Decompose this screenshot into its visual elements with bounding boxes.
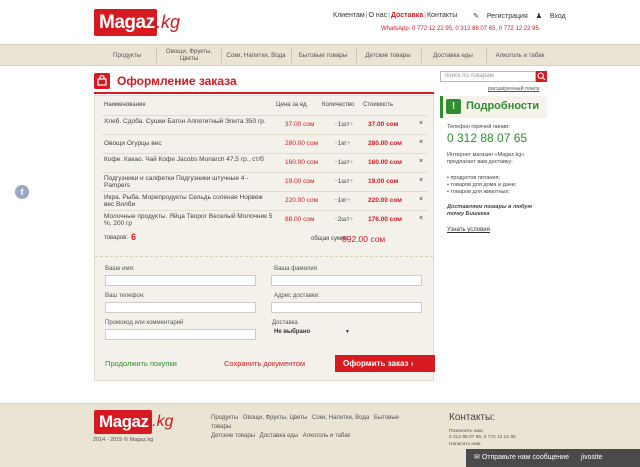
remove-item-icon[interactable]: ×	[419, 196, 423, 203]
auth-links: ✎ Регистрация ♟ Вход	[467, 12, 566, 20]
address-field[interactable]	[271, 302, 422, 313]
logo-suffix: .kg	[156, 12, 181, 32]
advanced-search-link[interactable]: расширенный поиск	[488, 86, 539, 92]
table-row: Овощи Огурцы вес 280.00 сом −1кг+ 280.00…	[102, 134, 428, 152]
quantity-stepper[interactable]: −1шт+	[334, 159, 353, 166]
quantity-stepper[interactable]: −2шт+	[334, 216, 353, 223]
category-drinks[interactable]: Соки, Напитки, Вода	[223, 45, 289, 65]
whatsapp-phones: WhatsApp: 0 772 12 22 95, 0 312 88 07 65…	[381, 26, 539, 32]
cart-panel: Наименование Цена за ед. Количество Стои…	[94, 95, 435, 381]
cart-totals: товаров: 6 общая сумма: 892.00 сом	[104, 232, 386, 244]
category-bar: Продукты Овощи, Фрукты, Цветы Соки, Напи…	[0, 44, 640, 66]
table-row: Кофе. Какао. Чай Кофе Jacobs Monarch 47,…	[102, 153, 428, 171]
phone-field[interactable]	[105, 302, 256, 313]
cart-icon	[94, 73, 110, 89]
chat-icon: ✉	[474, 454, 480, 461]
facebook-icon[interactable]: f	[15, 185, 29, 199]
category-vegetables[interactable]: Овощи, Фрукты, Цветы	[158, 45, 220, 65]
col-qty: Количество	[322, 102, 355, 108]
save-document-link[interactable]: Сохранить документом	[224, 359, 305, 368]
category-alcohol[interactable]: Алкоголь и табак	[488, 45, 552, 65]
col-price: Цена за ед.	[276, 102, 309, 108]
table-row: Подгузники и салфетки Подгузники штучные…	[102, 172, 428, 190]
search-button[interactable]	[536, 71, 547, 82]
col-name: Наименование	[104, 102, 146, 108]
category-household[interactable]: Бытовые товары	[293, 45, 353, 65]
quantity-stepper[interactable]: −1кг+	[334, 197, 350, 204]
hotline-number: 0 312 88 07 65	[447, 131, 528, 145]
top-nav: Клиентам|О нас|Доставка|Контакты	[333, 12, 458, 19]
category-products[interactable]: Продукты	[100, 45, 154, 65]
name-field[interactable]	[105, 275, 256, 286]
promo-field[interactable]	[105, 329, 256, 340]
items-count: 6	[131, 232, 137, 242]
search-input[interactable]: поиск по товарам	[440, 71, 536, 82]
service-list: • продуктов питания; • товаров для дома …	[447, 175, 517, 195]
remove-item-icon[interactable]: ×	[419, 215, 423, 222]
footer-logo[interactable]: Magaz .kg	[94, 410, 176, 434]
remove-item-icon[interactable]: ×	[419, 177, 423, 184]
total-sum: 892.00 сом	[342, 234, 386, 244]
remove-item-icon[interactable]: ×	[419, 139, 423, 146]
nav-contacts[interactable]: Контакты	[427, 12, 457, 19]
category-kids[interactable]: Детские товары	[358, 45, 418, 65]
table-row: Молочные продукты. Яйца Творог Веселый М…	[102, 210, 428, 228]
chat-widget[interactable]: ✉ Отправьте нам сообщение jivosite	[466, 449, 640, 467]
quantity-stepper[interactable]: −1кг+	[334, 140, 350, 147]
details-header: ! Подробности	[440, 96, 547, 118]
remove-item-icon[interactable]: ×	[419, 158, 423, 165]
copyright: 2014 - 2015 © Magaz.kg	[93, 437, 154, 443]
page-title: Оформление заказа	[117, 74, 237, 88]
title-divider	[94, 92, 434, 94]
quantity-stepper[interactable]: −1шт+	[334, 178, 353, 185]
surname-field[interactable]	[271, 275, 422, 286]
nav-about[interactable]: О нас	[369, 12, 388, 19]
table-row: Икра. Рыба. Морепродукты Сельдь соленая …	[102, 191, 428, 209]
category-food-delivery[interactable]: Доставка еды	[423, 45, 483, 65]
nav-delivery[interactable]: Доставка	[391, 12, 423, 19]
table-row: Хлеб. Сдоба. Сушки Батон Аппетитный Элит…	[102, 115, 428, 133]
terms-link[interactable]: Узнать условия	[447, 227, 490, 233]
delivery-select[interactable]: Не выбрано	[274, 329, 310, 335]
continue-shopping-link[interactable]: Продолжить покупки	[105, 359, 177, 368]
contacts-title: Контакты:	[449, 412, 495, 423]
submit-order-button[interactable]: Оформить заказ ›	[335, 355, 435, 372]
quantity-stepper[interactable]: −1шт+	[334, 121, 353, 128]
remove-item-icon[interactable]: ×	[419, 120, 423, 127]
search-icon	[537, 72, 546, 81]
order-form: Ваше имя: Ваша фамилия Ваш телефон: Адре…	[95, 256, 435, 380]
site-logo[interactable]: Magaz .kg	[94, 9, 180, 36]
register-link[interactable]: ✎ Регистрация	[473, 13, 528, 20]
login-link[interactable]: ♟ Вход	[536, 13, 566, 20]
logo-text: Magaz	[94, 9, 157, 36]
chevron-down-icon[interactable]: ▼	[345, 329, 350, 335]
col-cost: Стоимость	[363, 102, 394, 108]
info-icon: !	[446, 99, 461, 114]
footer-nav: Продукты Овощи, Фрукты, Цветы Соки, Напи…	[211, 415, 400, 439]
nav-clients[interactable]: Клиентам	[333, 12, 365, 19]
